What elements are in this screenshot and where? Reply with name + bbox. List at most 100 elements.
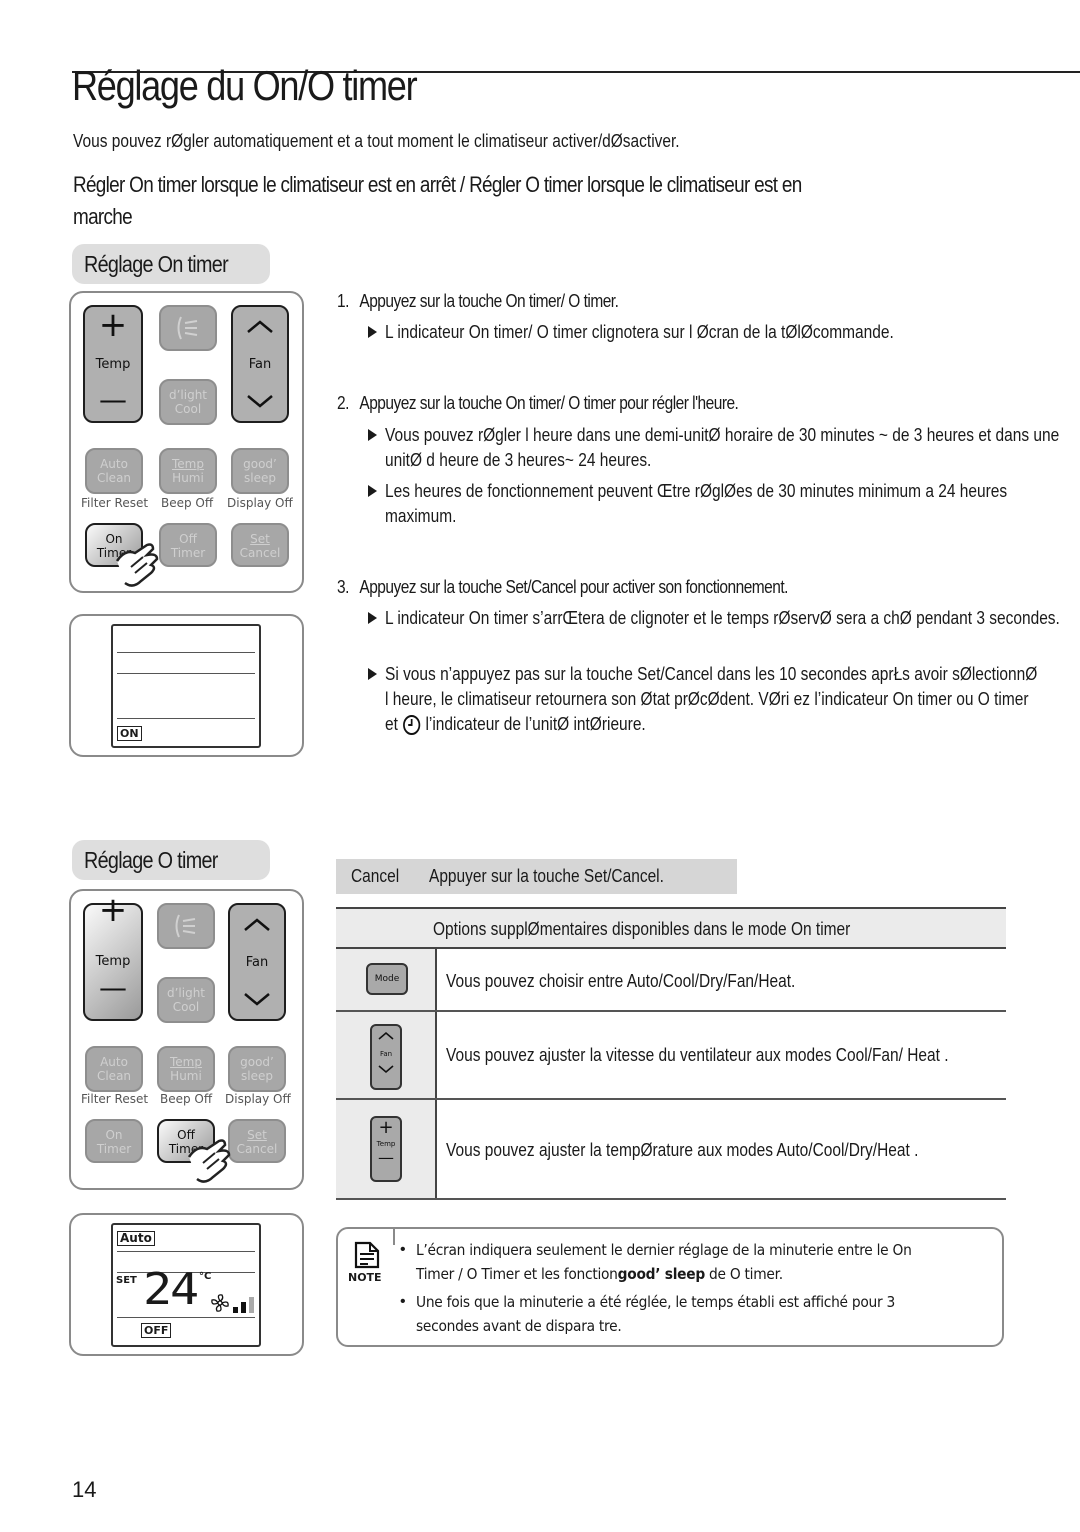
subheading-line2: marche	[73, 204, 133, 229]
note-line-2: Timer / O Timer et les fonctiongood’ sle…	[416, 1265, 783, 1283]
set-label: Set	[250, 532, 270, 546]
step-text: Appuyez sur la touche On timer/ O timer …	[359, 393, 739, 413]
temp-label: Temp	[95, 954, 131, 969]
good-sleep-term: good’ sleep	[617, 1265, 706, 1283]
mode-indicator: Auto	[117, 1231, 155, 1246]
good-label: good’	[243, 457, 277, 471]
fan-label: Fan	[379, 1050, 393, 1058]
humi-label: Humi	[170, 1069, 202, 1083]
lcd-divider	[117, 1251, 255, 1252]
bullet-arrow-icon	[368, 668, 377, 680]
note-line-1: L’écran indiquera seulement le dernier r…	[416, 1241, 912, 1259]
fan-speed-bar	[249, 1297, 254, 1313]
temperature-readout: 24	[143, 1264, 199, 1315]
step-number: 2.	[337, 393, 349, 413]
bullet-arrow-icon	[368, 612, 377, 624]
auto-clean-button: Auto Clean	[85, 1046, 143, 1092]
swing-button	[159, 305, 217, 351]
timer-clock-icon	[403, 715, 421, 735]
set-cancel-button: Set Cancel	[231, 523, 289, 567]
fan-button: Fan	[228, 903, 286, 1021]
page-title: Réglage du On/O timer	[72, 62, 418, 109]
mode-label: Mode	[374, 974, 400, 984]
chevron-down-icon	[378, 1065, 394, 1074]
subheading-line1: Régler On timer lorsque le climatiseur e…	[73, 172, 802, 197]
chevron-up-icon	[378, 1031, 394, 1040]
fan-label: Fan	[245, 955, 269, 970]
row-text: Vous pouvez ajuster la tempØrature aux m…	[446, 1140, 919, 1160]
lcd-divider	[117, 673, 255, 674]
good-sleep-button: good’ sleep	[231, 448, 289, 494]
chevron-up-icon	[247, 320, 273, 333]
clean-label: Clean	[96, 471, 132, 485]
cool-label: Cool	[174, 402, 202, 416]
temp-label: Temp	[172, 457, 204, 471]
lcd-divider	[117, 652, 255, 653]
airflow-swing-icon	[177, 316, 198, 340]
filter-reset-label: Filter Reset	[81, 496, 149, 510]
bullet-text: Si vous n’appuyez pas sur la touche Set/…	[385, 662, 1039, 737]
on-indicator: ON	[117, 726, 142, 741]
step-3: 3. Appuyez sur la touche Set/Cancel pour…	[337, 577, 788, 598]
minus-icon: —	[99, 383, 127, 416]
pressing-hand-icon	[187, 1139, 231, 1183]
lcd-screen: ON	[111, 624, 261, 748]
bullet-text: L indicateur On timer s’arrŒtera de clig…	[385, 608, 1060, 628]
note-label: NOTE	[348, 1271, 382, 1284]
temp-label: Temp	[376, 1140, 396, 1148]
temp-humi-button: Temp Humi	[159, 448, 217, 494]
minus-icon: —	[99, 971, 127, 1004]
step-number: 3.	[337, 577, 349, 597]
page-number: 14	[72, 1477, 97, 1502]
table-row: Mode Vous pouvez choisir entre Auto/Cool…	[336, 949, 1006, 1012]
auto-label: Auto	[100, 457, 128, 471]
bullet-text: L indicateur On timer/ O timer clignoter…	[385, 322, 894, 342]
cancel-label: Cancel	[239, 546, 281, 560]
cancel-instruction: Cancel Appuyer sur la touche Set/Cancel.	[336, 859, 737, 894]
fan-speed-bar	[241, 1302, 246, 1313]
intro-text: Vous pouvez rØgler automatiquement et a …	[73, 131, 680, 151]
auto-clean-button: Auto Clean	[85, 448, 143, 494]
temp-label: Temp	[170, 1055, 202, 1069]
on-timer-section-title: Réglage On timer	[84, 251, 229, 277]
cool-label: Cool	[172, 1000, 200, 1014]
temp-humi-button: Temp Humi	[157, 1046, 215, 1092]
good-sleep-button: good’ sleep	[228, 1046, 286, 1092]
icon-cell: Mode	[336, 949, 437, 1010]
plus-icon: +	[98, 305, 128, 345]
step-text: Appuyez sur la touche Set/Cancel pour ac…	[359, 577, 788, 597]
table-row: Fan Vous pouvez ajuster la vitesse du ve…	[336, 1012, 1006, 1100]
timer-label: Timer	[96, 1142, 132, 1156]
clean-label: Clean	[96, 1069, 132, 1083]
dlight-label: d’light	[168, 388, 208, 402]
off-indicator: OFF	[141, 1323, 172, 1338]
options-table-header: Options supplØmentaires disponibles dans…	[336, 907, 1006, 949]
display-off-label: Display Off	[227, 496, 293, 510]
step-text: Appuyez sur la touche On timer/ O timer.	[359, 291, 619, 311]
bullet-text-part: l’indicateur de l’unitØ intØrieure.	[425, 714, 646, 734]
filter-reset-label: Filter Reset	[81, 1092, 149, 1106]
display-off-timer: Auto SET 24 °C OFF	[69, 1213, 304, 1356]
auto-label: Auto	[100, 1055, 128, 1069]
row-text: Vous pouvez ajuster la vitesse du ventil…	[446, 1045, 949, 1065]
fan-speed-bars	[233, 1295, 257, 1313]
off-timer-section-label: Réglage O timer	[72, 840, 270, 880]
bullet-arrow-icon	[368, 485, 377, 497]
temp-label: Temp	[95, 357, 131, 372]
note-text: Timer / O Timer et les fonction	[416, 1265, 618, 1283]
fan-speed-bar	[233, 1307, 238, 1313]
on-label: On	[105, 1128, 123, 1142]
on-timer-button: On Timer	[85, 1119, 143, 1163]
chevron-down-icon	[244, 993, 270, 1006]
pressing-hand-icon	[115, 543, 159, 587]
display-on-timer: ON	[69, 614, 304, 757]
good-label: good’	[240, 1055, 274, 1069]
note-text: de O timer.	[704, 1265, 783, 1283]
temp-button: + Temp —	[83, 305, 143, 423]
icon-cell: Fan	[336, 1012, 437, 1098]
bullet-dot: •	[400, 1241, 406, 1258]
step-number: 1.	[337, 291, 349, 311]
cancel-label: Cancel	[351, 866, 400, 886]
mode-button-icon: Mode	[366, 963, 408, 995]
cancel-text: Appuyer sur la touche Set/Cancel.	[429, 866, 664, 886]
